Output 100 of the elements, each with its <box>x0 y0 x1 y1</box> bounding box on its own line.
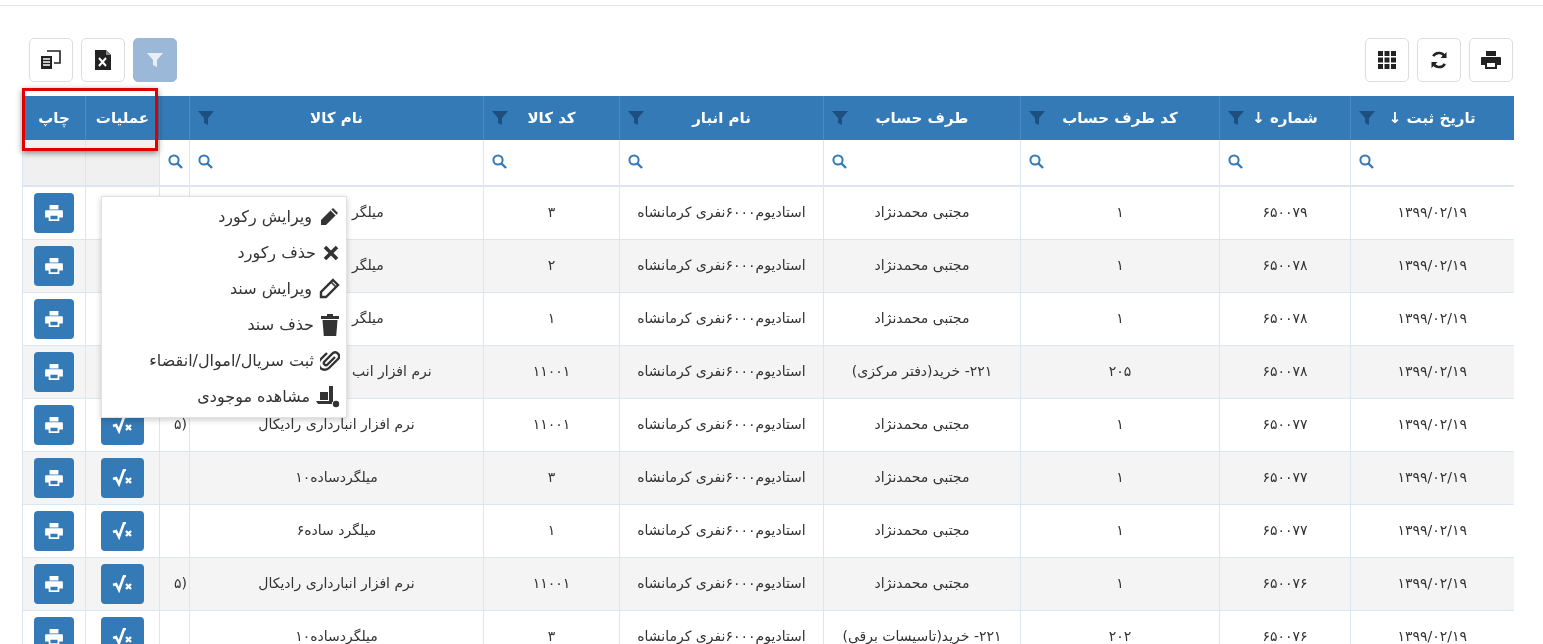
print-button[interactable] <box>1469 37 1513 82</box>
table-cell: ۱ <box>1116 204 1124 221</box>
table-cell: مجتبی محمدنژاد <box>874 416 970 432</box>
table-cell: ۳ <box>547 469 556 485</box>
formula-button[interactable] <box>101 563 144 604</box>
refresh-icon <box>1430 50 1448 69</box>
table-cell: ۱۳۹۹/۰۲/۱۹ <box>1397 416 1468 432</box>
table-cell: ۱ <box>547 522 556 538</box>
table-cell: استادیوم۶۰۰۰نفری کرمانشاه <box>637 363 806 379</box>
table-cell: ۱۱۰۰۱ <box>532 416 571 432</box>
table-cell: میلگرد ساده۶ <box>296 522 377 538</box>
filter-toggle-button[interactable] <box>133 37 177 82</box>
print-icon <box>1481 50 1501 69</box>
menu-item[interactable]: حذف سند <box>102 307 340 343</box>
table-cell: ۱ <box>1116 310 1124 326</box>
formula-button[interactable] <box>101 510 144 551</box>
table-cell: میلگر <box>352 257 384 273</box>
table-cell: ۲۰۲ <box>1108 628 1132 644</box>
grid-button[interactable] <box>1365 37 1409 82</box>
refresh-button[interactable] <box>1417 37 1461 82</box>
table-cell: ۶۵۰۰۷۶ <box>1262 628 1308 644</box>
table-cell: ۱۱۰۰۱ <box>532 575 571 591</box>
formula-button[interactable] <box>101 616 144 644</box>
excel-button[interactable] <box>81 37 125 82</box>
search-field[interactable] <box>189 140 484 186</box>
search-field[interactable] <box>483 140 620 186</box>
table-cell: ۱ <box>1116 575 1124 591</box>
print-icon <box>45 204 63 221</box>
copy-button[interactable] <box>29 37 73 82</box>
search-field[interactable] <box>1350 140 1514 186</box>
table-cell: ۶۵۰۰۷۷ <box>1262 416 1308 432</box>
table-cell: ۱ <box>1116 416 1124 432</box>
table-cell: نرم افزار انب <box>352 363 432 379</box>
table-cell: ۲ <box>547 257 556 273</box>
formula-button[interactable] <box>101 457 144 498</box>
table-cell: نرم افزار انبارداری رادیکال <box>258 416 415 432</box>
table-cell-text: (۵ <box>173 415 188 434</box>
search-field[interactable] <box>159 140 190 186</box>
table-cell: ۲۲۱- خرید(دفتر مرکزی) <box>851 363 993 379</box>
menu-item[interactable]: ثبت سریال/اموال/انقضاء <box>102 343 340 379</box>
menu-item[interactable]: ویرایش رکورد <box>102 199 340 235</box>
search-icon <box>628 154 643 169</box>
table-cell: ۶۵۰۰۷۷ <box>1262 469 1308 485</box>
table-cell: ۶۵۰۰۷۶ <box>1262 575 1308 591</box>
table-cell: استادیوم۶۰۰۰نفری کرمانشاه <box>637 416 806 432</box>
table-cell: مجتبی محمدنژاد <box>874 469 970 485</box>
search-field[interactable] <box>823 140 1021 186</box>
menu-item[interactable]: مشاهده موجودی <box>102 379 340 415</box>
trash-icon <box>320 314 340 336</box>
table-cell: ۳ <box>547 204 556 221</box>
menu-item[interactable]: ویرایش سند <box>102 271 340 307</box>
print-icon <box>45 363 63 380</box>
menu-item[interactable]: حذف رکورد <box>102 235 340 271</box>
print-icon <box>45 310 63 327</box>
print-icon <box>45 628 63 644</box>
close-icon <box>322 244 340 262</box>
table-cell: ۱۳۹۹/۰۲/۱۹ <box>1397 522 1468 538</box>
table-cell: ۱۱۰۰۱ <box>532 363 571 379</box>
search-icon <box>492 154 507 169</box>
table-cell: ۱۳۹۹/۰۲/۱۹ <box>1397 310 1468 326</box>
search-icon <box>1359 154 1374 169</box>
search-icon <box>1029 154 1044 169</box>
pencil-icon <box>318 206 340 228</box>
table-cell: ۱ <box>1116 522 1124 538</box>
table-cell: مجتبی محمدنژاد <box>874 204 970 221</box>
table-cell: ۲۰۵ <box>1108 363 1132 379</box>
table-cell: میلگر <box>352 204 384 221</box>
table-cell: استادیوم۶۰۰۰نفری کرمانشاه <box>637 204 806 221</box>
search-field[interactable] <box>1219 140 1351 186</box>
table-cell: ۱ <box>1116 469 1124 485</box>
square-root-icon <box>111 574 134 593</box>
grid-icon <box>1378 50 1396 69</box>
table-cell: ۱ <box>1116 257 1124 273</box>
search-icon <box>168 154 183 169</box>
filter-icon <box>147 51 163 68</box>
square-root-icon <box>111 521 134 540</box>
table-cell: میلگردساده۱۰ <box>295 469 378 485</box>
table-cell: میلگردساده۱۰ <box>295 628 378 644</box>
table-cell: نرم افزار انبارداری رادیکال <box>258 575 415 591</box>
table-cell: ۶۵۰۰۷۹ <box>1262 204 1308 221</box>
square-root-icon <box>111 468 134 487</box>
search-icon <box>832 154 847 169</box>
search-field[interactable] <box>1020 140 1220 186</box>
table-cell-text: (۵ <box>173 574 188 593</box>
table-cell: ۱۳۹۹/۰۲/۱۹ <box>1397 204 1468 221</box>
square-root-icon <box>111 627 134 644</box>
print-icon <box>45 469 63 486</box>
excel-file-icon <box>95 49 111 70</box>
search-field[interactable] <box>619 140 824 186</box>
table-cell: ۶۵۰۰۷۸ <box>1262 363 1308 379</box>
documents-icon <box>40 49 62 70</box>
print-icon <box>45 257 63 274</box>
paperclip-icon <box>320 350 340 372</box>
table-cell: ۶۵۰۰۷۷ <box>1262 522 1308 538</box>
table-cell: ۳ <box>547 628 556 644</box>
search-icon <box>1228 154 1243 169</box>
table-cell: میلگر <box>352 310 384 326</box>
table-cell: استادیوم۶۰۰۰نفری کرمانشاه <box>637 257 806 273</box>
table-cell: استادیوم۶۰۰۰نفری کرمانشاه <box>637 628 806 644</box>
table-cell: مجتبی محمدنژاد <box>874 522 970 538</box>
